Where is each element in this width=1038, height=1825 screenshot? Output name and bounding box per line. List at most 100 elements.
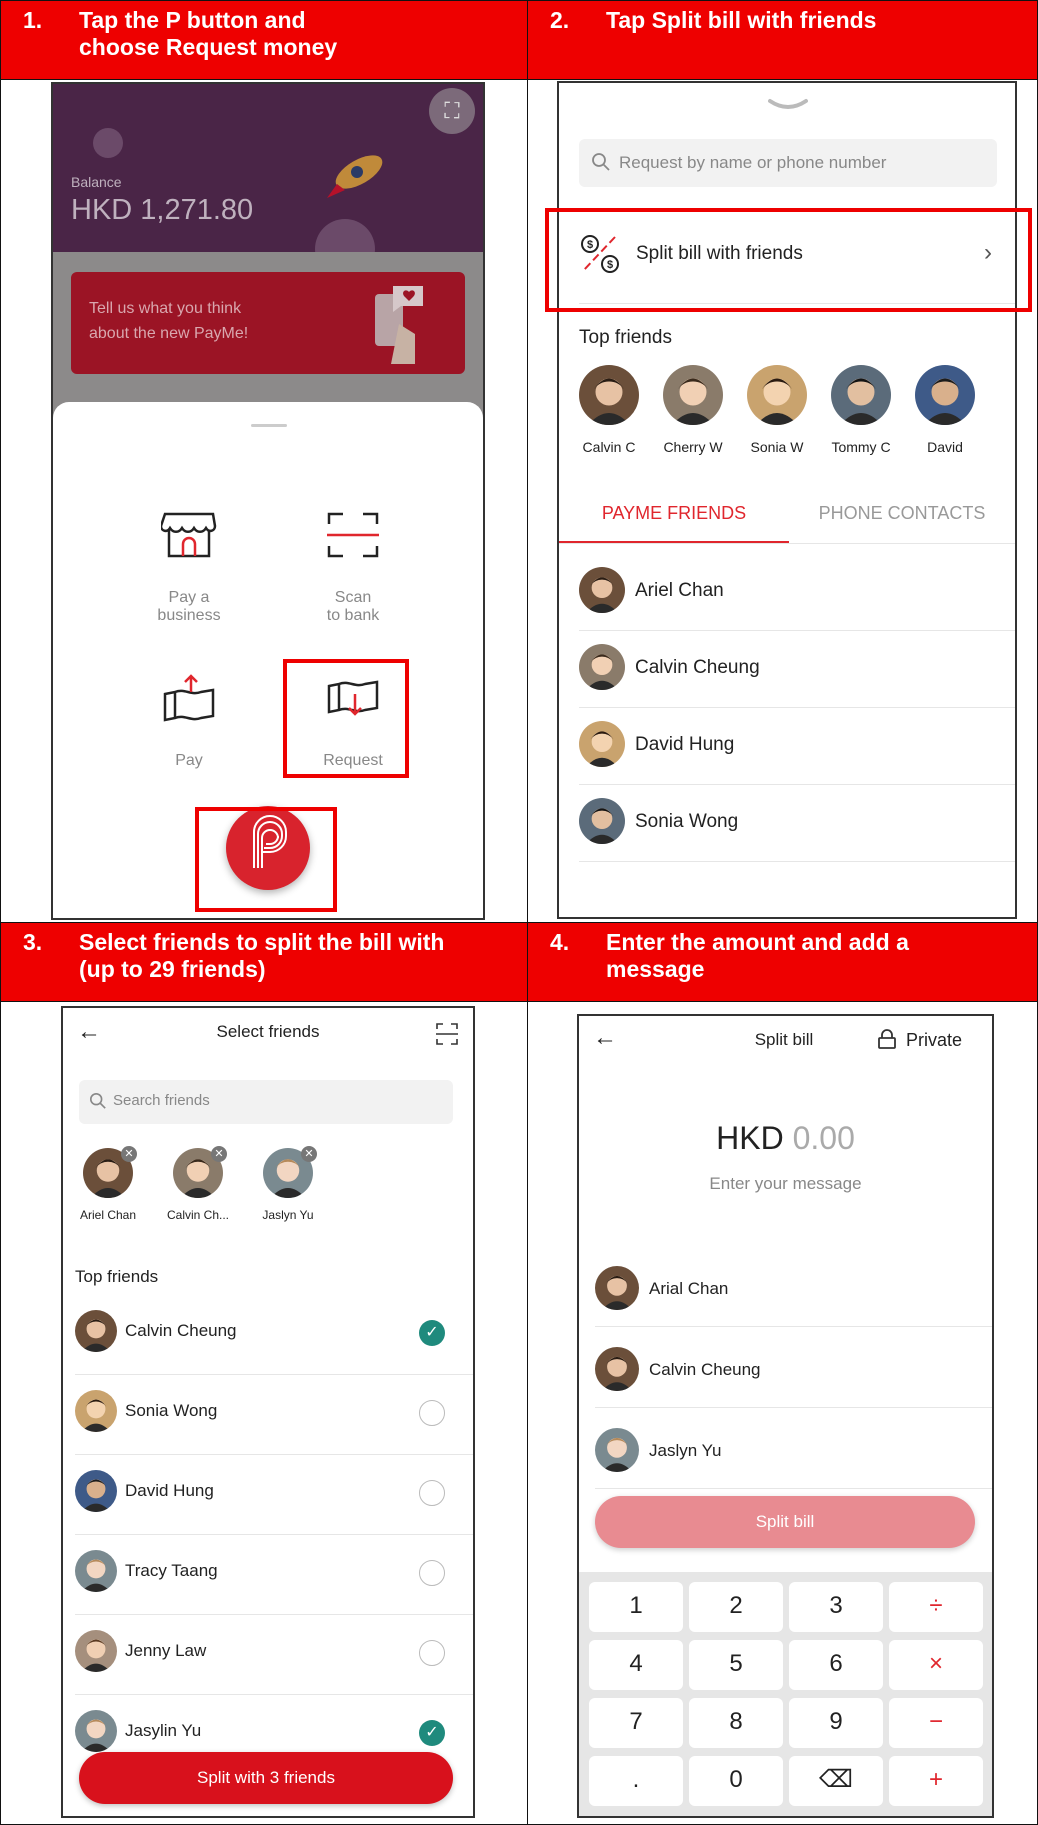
step-text: Enter the amount and add a xyxy=(606,929,909,955)
remove-icon[interactable]: ✕ xyxy=(121,1146,137,1162)
sheet-handle[interactable] xyxy=(251,424,287,427)
scan-to-bank-label: to bank xyxy=(326,607,380,624)
p-button-highlight[interactable] xyxy=(195,807,337,912)
step-number: 3. xyxy=(23,929,43,955)
friend-name[interactable]: Calvin Cheung xyxy=(635,657,760,679)
top-friend-name: Tommy C xyxy=(831,439,891,455)
top-friend-name: Cherry W xyxy=(663,439,723,455)
avatar xyxy=(75,1470,117,1512)
avatar xyxy=(579,567,625,613)
avatar[interactable] xyxy=(915,365,975,425)
friend-name: Jenny Law xyxy=(125,1641,207,1660)
digit-key-2[interactable]: 2 xyxy=(689,1582,783,1632)
digit-key-6[interactable]: 6 xyxy=(789,1640,883,1690)
request-highlight[interactable] xyxy=(283,659,409,778)
friend-name[interactable]: David Hung xyxy=(635,734,734,756)
step-2-header: 2. Tap Split bill with friends xyxy=(528,1,1037,79)
tab-phone-contacts[interactable]: PHONE CONTACTS xyxy=(789,503,1015,524)
top-friend-name: Calvin C xyxy=(582,439,636,455)
step-text: Select friends to split the bill with xyxy=(79,929,445,955)
step-text: (up to 29 friends) xyxy=(79,956,266,982)
scan-qr-icon[interactable]: ⛶ xyxy=(429,88,475,134)
digit-key-7[interactable]: 7 xyxy=(589,1698,683,1748)
avatar xyxy=(579,721,625,767)
digit-key-9[interactable]: 9 xyxy=(789,1698,883,1748)
step-4-header: 4. Enter the amount and add a message xyxy=(528,923,1037,1001)
balance-label: Balance xyxy=(71,174,122,190)
digit-key-8[interactable]: 8 xyxy=(689,1698,783,1748)
digit-key-1[interactable]: 1 xyxy=(589,1582,683,1632)
checkbox-empty-icon[interactable] xyxy=(419,1480,445,1506)
step-text: message xyxy=(606,956,705,982)
checkbox-empty-icon[interactable] xyxy=(419,1560,445,1586)
avatar xyxy=(75,1710,117,1752)
scan-icon xyxy=(325,510,381,560)
step-number: 2. xyxy=(550,7,570,33)
privacy-toggle[interactable]: Private xyxy=(876,1026,986,1054)
step-number: 4. xyxy=(550,929,570,955)
tab-payme-friends[interactable]: PAYME FRIENDS xyxy=(559,503,789,524)
search-placeholder: Request by name or phone number xyxy=(619,153,887,172)
banner-text: about the new PayMe! xyxy=(89,325,249,342)
divide-key[interactable]: ÷ xyxy=(889,1582,983,1632)
storefront-icon xyxy=(159,510,217,560)
avatar xyxy=(75,1630,117,1672)
message-input[interactable]: Enter your message xyxy=(579,1174,992,1194)
page-title: Select friends xyxy=(216,1022,320,1041)
friend-name[interactable]: Sonia Wong xyxy=(635,811,738,833)
checkbox-empty-icon[interactable] xyxy=(419,1640,445,1666)
digit-key-3[interactable]: 3 xyxy=(789,1582,883,1632)
avatar xyxy=(595,1347,639,1391)
plus-key[interactable]: + xyxy=(889,1756,983,1806)
digit-key-5[interactable]: 5 xyxy=(689,1640,783,1690)
top-friends-title: Top friends xyxy=(579,327,672,348)
friend-name[interactable]: Ariel Chan xyxy=(635,580,724,602)
digit-key-4[interactable]: 4 xyxy=(589,1640,683,1690)
chevron-down-icon[interactable] xyxy=(768,97,808,113)
friend-name: Jasylin Yu xyxy=(125,1721,202,1740)
checkbox-empty-icon[interactable] xyxy=(419,1400,445,1426)
selected-friend-name: Calvin Ch... xyxy=(166,1208,230,1222)
digit-key-0[interactable]: 0 xyxy=(689,1756,783,1806)
balance-value: HKD 1,271.80 xyxy=(71,194,254,226)
selected-friend-name: Jaslyn Yu xyxy=(262,1208,314,1222)
scan-icon[interactable] xyxy=(435,1022,459,1046)
participant-name: Arial Chan xyxy=(649,1279,729,1298)
friend-name: Tracy Taang xyxy=(125,1561,218,1580)
multiply-key[interactable]: × xyxy=(889,1640,983,1690)
feedback-banner[interactable]: Tell us what you think about the new Pay… xyxy=(71,272,465,374)
amount-value: 0.00 xyxy=(792,1120,855,1156)
remove-icon[interactable]: ✕ xyxy=(301,1146,317,1162)
minus-key[interactable]: − xyxy=(889,1698,983,1748)
checkbox-checked-icon[interactable]: ✓ xyxy=(419,1320,445,1346)
screen-split-bill: ← Split bill Private HKD 0.00 Enter your… xyxy=(577,1014,994,1818)
request-search-input[interactable]: Request by name or phone number xyxy=(579,139,997,187)
balance-header: ⛶ Balance HKD 1,271.80 xyxy=(53,84,483,279)
step-3-header: 3. Select friends to split the bill with… xyxy=(1,923,527,1001)
backspace-key[interactable]: ⌫ xyxy=(789,1756,883,1806)
search-icon xyxy=(89,1092,107,1110)
avatar[interactable] xyxy=(579,365,639,425)
decimal-key[interactable]: . xyxy=(589,1756,683,1806)
scan-to-bank-label: Scan xyxy=(334,589,372,606)
pay-label: Pay xyxy=(175,752,203,769)
split-bill-button[interactable]: Split bill xyxy=(595,1496,975,1548)
split-with-friends-button[interactable]: Split with 3 friends xyxy=(79,1752,453,1804)
avatar xyxy=(595,1428,639,1472)
pay-business-label: Pay a xyxy=(168,589,210,606)
participant-name: Calvin Cheung xyxy=(649,1360,761,1379)
friend-name: Calvin Cheung xyxy=(125,1321,237,1340)
split-bill-highlight[interactable] xyxy=(545,208,1032,312)
avatar[interactable] xyxy=(663,365,723,425)
checkbox-checked-icon[interactable]: ✓ xyxy=(419,1720,445,1746)
avatar xyxy=(75,1390,117,1432)
avatar[interactable] xyxy=(747,365,807,425)
pay-business-label: business xyxy=(157,607,221,624)
avatar xyxy=(595,1266,639,1310)
page-title: Split bill xyxy=(754,1030,814,1049)
remove-icon[interactable]: ✕ xyxy=(211,1146,227,1162)
friends-search-input[interactable]: Search friends xyxy=(79,1080,453,1124)
amount-display[interactable]: HKD 0.00 xyxy=(579,1120,992,1157)
back-arrow-icon[interactable]: ← xyxy=(593,1024,617,1052)
avatar[interactable] xyxy=(831,365,891,425)
